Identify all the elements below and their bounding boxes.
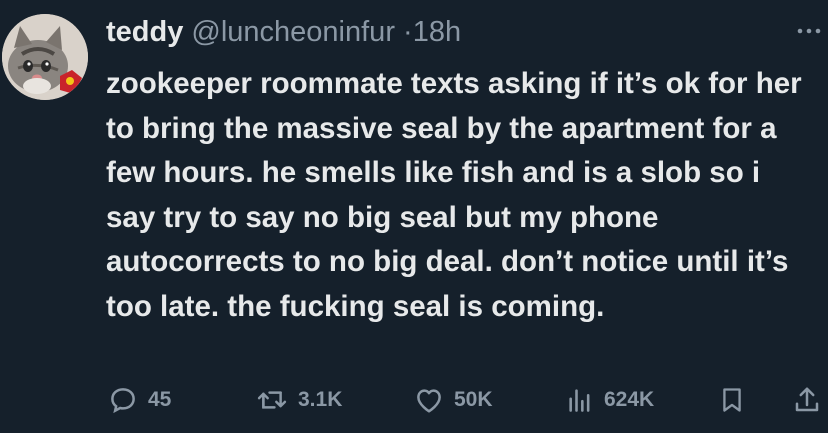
retweet-count: 3.1K bbox=[298, 388, 343, 411]
more-options-button[interactable] bbox=[796, 18, 822, 38]
heart-icon bbox=[417, 389, 441, 413]
tweet-actions: 45 3.1K 50K 624K bbox=[108, 382, 828, 422]
author-display-name[interactable]: teddy bbox=[106, 16, 183, 48]
more-horizontal-icon bbox=[797, 28, 821, 34]
reply-button[interactable]: 45 bbox=[108, 382, 171, 418]
share-button[interactable] bbox=[792, 382, 822, 418]
timestamp[interactable]: 18h bbox=[413, 16, 461, 48]
analytics-icon bbox=[569, 389, 590, 412]
author-handle[interactable]: @luncheoninfur bbox=[191, 16, 395, 48]
bookmark-button[interactable] bbox=[718, 382, 746, 418]
reply-count: 45 bbox=[148, 388, 172, 411]
like-button[interactable]: 50K bbox=[414, 382, 493, 418]
retweet-button[interactable]: 3.1K bbox=[256, 382, 342, 418]
header-separator: · bbox=[403, 16, 413, 48]
share-icon bbox=[795, 387, 819, 412]
tweet-text: zookeeper roommate texts asking if it’s … bbox=[106, 67, 802, 323]
retweet-icon bbox=[257, 391, 287, 409]
views-button[interactable]: 624K bbox=[566, 382, 654, 418]
bookmark-icon bbox=[723, 388, 741, 412]
tweet-header: teddy @luncheoninfur ·18h bbox=[106, 14, 461, 50]
avatar[interactable] bbox=[2, 14, 88, 100]
kitten-avatar-image bbox=[2, 14, 88, 100]
like-count: 50K bbox=[454, 388, 493, 411]
reply-icon bbox=[111, 388, 135, 414]
view-count: 624K bbox=[604, 388, 655, 411]
